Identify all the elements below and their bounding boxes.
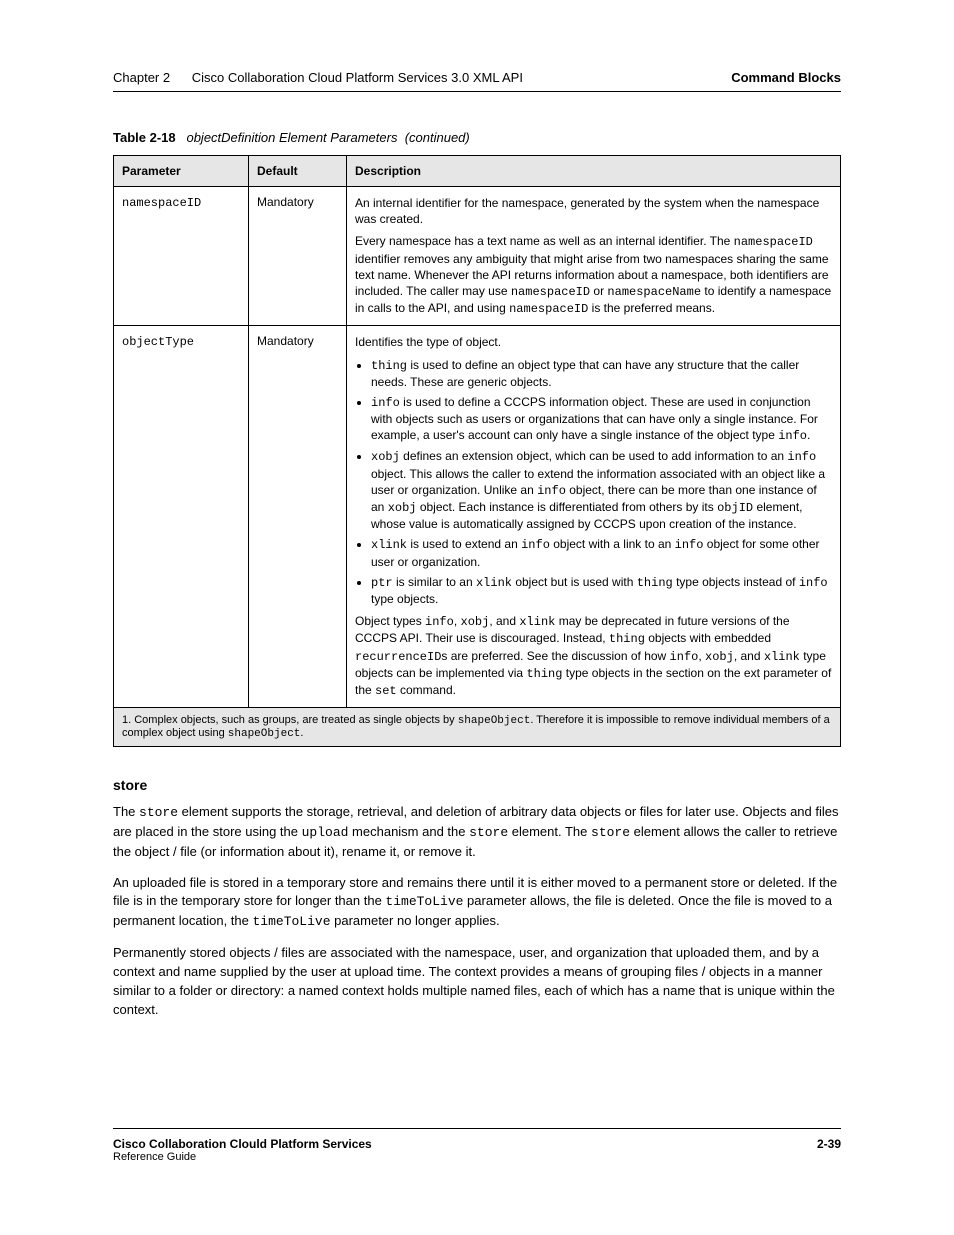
page-number: 2-39 (817, 1137, 841, 1163)
chapter-title-text: Cisco Collaboration Cloud Platform Servi… (192, 70, 523, 85)
section-title-text: Command Blocks (731, 70, 841, 85)
table-continued: (continued) (405, 130, 470, 145)
table-footnote: 1. Complex objects, such as groups, are … (114, 708, 841, 747)
cell-default: Mandatory (249, 187, 347, 326)
col-header-parameter: Parameter (114, 156, 249, 187)
table-label: Table 2-18 (113, 130, 176, 145)
chapter-number-text: Chapter 2 (113, 70, 170, 85)
table-title: objectDefinition Element Parameters (186, 130, 397, 145)
cell-description: An internal identifier for the namespace… (347, 187, 841, 326)
chapter-number: Chapter 2 Cisco Collaboration Cloud Plat… (113, 70, 523, 85)
cell-parameter: namespaceID (114, 187, 249, 326)
body-paragraph: An uploaded file is stored in a temporar… (113, 874, 841, 933)
page-footer: Cisco Collaboration Clould Platform Serv… (113, 1128, 841, 1163)
body-content: store The store element supports the sto… (113, 777, 841, 1031)
table-row: namespaceIDMandatoryAn internal identifi… (114, 187, 841, 326)
page-header: Chapter 2 Cisco Collaboration Cloud Plat… (113, 70, 841, 92)
col-header-description: Description (347, 156, 841, 187)
cell-parameter: objectType (114, 326, 249, 708)
table-footnote-row: 1. Complex objects, such as groups, are … (114, 708, 841, 747)
table-caption: Table 2-18 objectDefinition Element Para… (113, 130, 470, 145)
body-paragraph: The store element supports the storage, … (113, 803, 841, 862)
footer-book-title: Cisco Collaboration Clould Platform Serv… (113, 1137, 372, 1151)
cell-default: Mandatory (249, 326, 347, 708)
section-heading-store: store (113, 777, 841, 793)
body-paragraph: Permanently stored objects / files are a… (113, 944, 841, 1019)
footer-book-subtitle: Reference Guide (113, 1151, 372, 1163)
section-title: Command Blocks (731, 70, 841, 85)
cell-description: Identifies the type of object.thing is u… (347, 326, 841, 708)
col-header-default: Default (249, 156, 347, 187)
table-row: objectTypeMandatoryIdentifies the type o… (114, 326, 841, 708)
table-header-row: Parameter Default Description (114, 156, 841, 187)
parameters-table: Parameter Default Description namespaceI… (113, 155, 841, 747)
